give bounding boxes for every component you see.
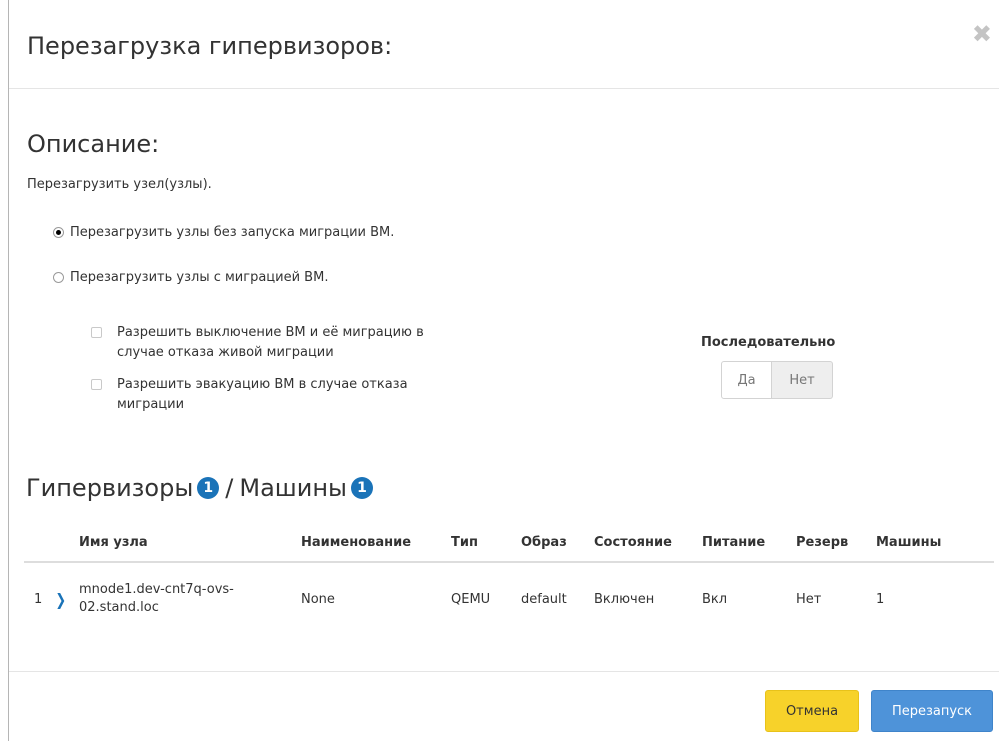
checkbox-label: Разрешить выключение ВМ и её миграцию в …: [117, 323, 424, 363]
row-machines: 1: [876, 591, 885, 607]
hypervisors-table: Имя узла Наименование Тип Образ Состояни…: [24, 523, 994, 635]
machines-count-badge: 1: [351, 477, 374, 499]
radio-restart-with-migration[interactable]: Перезагрузить узлы с миграцией ВМ.: [53, 270, 328, 285]
table-row: 1 ❯ mnode1.dev-cnt7q-ovs- 02.stand.loc N…: [24, 562, 994, 635]
node-name-line1: mnode1.dev-cnt7q-ovs-: [79, 582, 234, 597]
radio-label: Перезагрузить узлы с миграцией ВМ.: [70, 270, 329, 285]
sequential-yes-button[interactable]: Да: [721, 361, 772, 399]
heading-separator: /: [225, 474, 234, 502]
hypervisors-heading: Гипервизоры 1 / Машины 1: [26, 474, 379, 502]
row-state: Включен: [594, 591, 655, 607]
col-expand: [54, 523, 79, 563]
description-text: Перезагрузить узел(узлы).: [27, 177, 212, 192]
row-reserve: Нет: [796, 591, 822, 607]
row-title: None: [301, 591, 335, 607]
checkbox-icon[interactable]: [91, 327, 102, 338]
chevron-right-icon[interactable]: ❯: [55, 590, 66, 609]
checkbox-label-line1: Разрешить эвакуацию ВМ в случае отказа: [117, 377, 408, 392]
hypervisors-count-badge: 1: [197, 477, 220, 499]
checkbox-allow-evacuation[interactable]: Разрешить эвакуацию ВМ в случае отказа м…: [91, 375, 408, 415]
col-image[interactable]: Образ: [521, 523, 594, 563]
col-node-name[interactable]: Имя узла: [79, 523, 301, 563]
checkbox-label-line2: миграции: [117, 397, 185, 412]
table-header-row: Имя узла Наименование Тип Образ Состояни…: [24, 523, 994, 563]
row-type: QEMU: [451, 591, 491, 607]
col-machines[interactable]: Машины: [876, 523, 994, 563]
expand-cell: ❯: [54, 562, 79, 635]
radio-unchecked-icon[interactable]: [53, 272, 64, 283]
cancel-button[interactable]: Отмена: [765, 690, 859, 732]
hypervisors-title: Гипервизоры: [26, 474, 194, 502]
col-title[interactable]: Наименование: [301, 523, 451, 563]
sequential-toggle: Да Нет: [721, 361, 833, 399]
checkbox-label-line2: случае отказа живой миграции: [117, 345, 334, 360]
radio-label: Перезагрузить узлы без запуска миграции …: [70, 225, 395, 240]
checkbox-label-line1: Разрешить выключение ВМ и её миграцию в: [117, 325, 424, 340]
row-node-name: mnode1.dev-cnt7q-ovs- 02.stand.loc: [79, 562, 301, 635]
checkbox-label: Разрешить эвакуацию ВМ в случае отказа м…: [117, 375, 408, 415]
radio-restart-without-migration[interactable]: Перезагрузить узлы без запуска миграции …: [53, 225, 394, 240]
node-name: mnode1.dev-cnt7q-ovs- 02.stand.loc: [79, 581, 301, 617]
restart-button[interactable]: Перезапуск: [871, 690, 993, 732]
description-heading: Описание:: [27, 130, 160, 158]
col-index: [24, 523, 54, 563]
col-type[interactable]: Тип: [451, 523, 521, 563]
dialog-title: Перезагрузка гипервизоров:: [27, 32, 393, 60]
row-index: 1: [34, 591, 43, 607]
footer-divider: [9, 671, 999, 672]
radio-checked-icon[interactable]: [53, 227, 64, 238]
restart-hypervisors-dialog: Перезагрузка гипервизоров: ✖ Описание: П…: [8, 0, 999, 741]
sequential-no-button[interactable]: Нет: [772, 361, 833, 399]
dialog-header: Перезагрузка гипервизоров: ✖: [9, 0, 999, 89]
col-power[interactable]: Питание: [702, 523, 796, 563]
checkbox-allow-shutdown-migration[interactable]: Разрешить выключение ВМ и её миграцию в …: [91, 323, 424, 363]
machines-title: Машины: [239, 474, 348, 502]
col-reserve[interactable]: Резерв: [796, 523, 876, 563]
row-image: default: [521, 591, 567, 607]
checkbox-icon[interactable]: [91, 379, 102, 390]
col-state[interactable]: Состояние: [594, 523, 702, 563]
row-power: Вкл: [702, 591, 728, 607]
node-name-line2: 02.stand.loc: [79, 600, 159, 615]
sequential-label: Последовательно: [701, 335, 836, 350]
close-icon[interactable]: ✖: [972, 22, 992, 46]
